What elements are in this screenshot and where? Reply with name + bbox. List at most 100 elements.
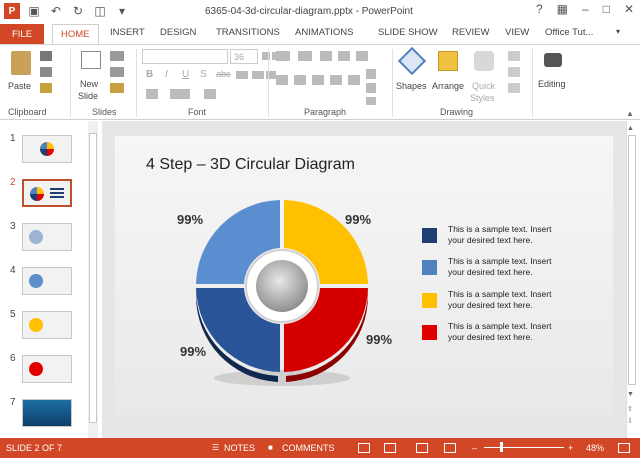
shadow-icon[interactable]: S	[200, 69, 207, 80]
zoom-out-icon[interactable]: –	[472, 443, 477, 453]
tab-review[interactable]: REVIEW	[452, 27, 489, 38]
increase-indent-icon[interactable]	[338, 51, 350, 61]
save-icon[interactable]: ▣	[26, 3, 42, 19]
numbering-icon[interactable]	[298, 51, 312, 61]
slide-thumbnail-3[interactable]	[22, 223, 72, 251]
status-bar: SLIDE 2 OF 7 ☰ NOTES ■ COMMENTS – + 48%	[0, 438, 640, 458]
legend-swatch-yellow	[422, 293, 437, 308]
bold-icon[interactable]: B	[146, 69, 153, 80]
font-size-input[interactable]: 36	[230, 49, 258, 64]
format-painter-icon[interactable]	[40, 83, 52, 93]
new-slide-button[interactable]: New Slide	[76, 49, 106, 101]
align-left-icon[interactable]	[276, 75, 288, 85]
reset-icon[interactable]	[110, 67, 124, 77]
align-text-icon[interactable]	[366, 83, 376, 93]
reading-view-icon[interactable]	[416, 443, 428, 453]
tab-view[interactable]: VIEW	[505, 27, 529, 38]
help-button[interactable]: ?	[536, 2, 543, 16]
canvas-scrollbar[interactable]: ▲ ▼ ⇧ ⇩	[626, 121, 636, 438]
tab-file[interactable]: FILE	[0, 24, 44, 44]
zoom-in-icon[interactable]: +	[568, 443, 573, 453]
customize-toolbar-icon[interactable]: ▾	[114, 3, 130, 19]
slide-thumbnail-5[interactable]	[22, 311, 72, 339]
ribbon-display-icon[interactable]: ▦	[557, 2, 568, 16]
legend-text-2[interactable]: This is a sample text. Insert your desir…	[448, 256, 568, 278]
slide-thumbnail-1[interactable]	[22, 135, 72, 163]
decrease-indent-icon[interactable]	[320, 51, 332, 61]
section-icon[interactable]	[110, 83, 124, 93]
zoom-level[interactable]: 48%	[586, 443, 604, 453]
slide-thumbnail-2[interactable]	[22, 179, 72, 207]
previous-slide-icon[interactable]: ⇧	[627, 405, 633, 413]
justify-icon[interactable]	[330, 75, 342, 85]
underline-icon[interactable]: U	[182, 69, 189, 80]
comments-button[interactable]: COMMENTS	[282, 443, 335, 453]
line-spacing-icon[interactable]	[356, 51, 368, 61]
copy-icon[interactable]	[40, 67, 52, 77]
slide-sorter-icon[interactable]	[384, 443, 396, 453]
slide-show-icon[interactable]	[444, 443, 456, 453]
paste-button[interactable]: Paste	[6, 49, 36, 101]
font-size-aa-icon[interactable]	[170, 89, 190, 99]
quick-styles-button[interactable]: Quick Styles	[470, 49, 500, 105]
shapes-button[interactable]: Shapes	[396, 46, 430, 101]
redo-icon[interactable]: ↻	[70, 3, 86, 19]
tab-slide-show[interactable]: SLIDE SHOW	[378, 27, 438, 38]
align-right-icon[interactable]	[312, 75, 324, 85]
italic-icon[interactable]: I	[165, 69, 168, 80]
powerpoint-logo-icon: P	[4, 3, 20, 19]
thumbnail-scrollbar[interactable]	[88, 121, 98, 438]
slide-thumbnail-6[interactable]	[22, 355, 72, 383]
percent-label-bottom-left[interactable]: 99%	[180, 344, 206, 359]
thumb-number-1: 1	[10, 133, 16, 144]
highlight-icon[interactable]	[204, 89, 216, 99]
layout-icon[interactable]	[110, 51, 124, 61]
close-button[interactable]: ✕	[624, 2, 634, 16]
slide-title[interactable]: 4 Step – 3D Circular Diagram	[146, 156, 355, 174]
text-direction-icon[interactable]	[366, 69, 376, 79]
collapse-ribbon-icon[interactable]: ▲	[626, 109, 634, 118]
strikethrough-icon[interactable]: abc	[216, 69, 231, 79]
user-account[interactable]: Office Tut...	[545, 27, 593, 38]
percent-label-top-left[interactable]: 99%	[177, 212, 203, 227]
slide-counter[interactable]: SLIDE 2 OF 7	[6, 443, 62, 453]
account-dropdown-icon[interactable]: ▾	[616, 27, 620, 36]
zoom-slider[interactable]	[484, 442, 564, 452]
notes-button[interactable]: NOTES	[224, 443, 255, 453]
bullets-icon[interactable]	[276, 51, 290, 61]
percent-label-bottom-right[interactable]: 99%	[366, 332, 392, 347]
shape-effects-icon[interactable]	[508, 83, 520, 93]
arrange-button[interactable]: Arrange	[432, 49, 466, 101]
slide-thumbnail-4[interactable]	[22, 267, 72, 295]
next-slide-icon[interactable]: ⇩	[627, 417, 633, 425]
maximize-button[interactable]: □	[603, 2, 610, 16]
fit-slide-icon[interactable]	[618, 443, 630, 453]
new-slide-label-line2: Slide	[78, 91, 99, 101]
legend-text-3[interactable]: This is a sample text. Insert your desir…	[448, 289, 568, 311]
editing-button[interactable]: Editing	[536, 49, 572, 101]
percent-label-top-right[interactable]: 99%	[345, 212, 371, 227]
tab-design[interactable]: DESIGN	[160, 27, 196, 38]
legend-text-1[interactable]: This is a sample text. Insert your desir…	[448, 224, 568, 246]
legend-text-4[interactable]: This is a sample text. Insert your desir…	[448, 321, 568, 343]
tab-insert[interactable]: INSERT	[110, 27, 145, 38]
font-color-icon[interactable]	[146, 89, 158, 99]
shape-outline-icon[interactable]	[508, 67, 520, 77]
shape-fill-icon[interactable]	[508, 51, 520, 61]
tab-animations[interactable]: ANIMATIONS	[295, 27, 353, 38]
zoom-slider-thumb[interactable]	[500, 442, 503, 452]
change-case-icon[interactable]	[252, 71, 264, 79]
slide-thumbnail-7[interactable]	[22, 399, 72, 427]
tab-home[interactable]: HOME	[52, 24, 99, 45]
start-from-beginning-icon[interactable]: ◫	[92, 3, 108, 19]
tab-transitions[interactable]: TRANSITIONS	[216, 27, 280, 38]
font-name-input[interactable]	[142, 49, 228, 64]
center-icon[interactable]	[294, 75, 306, 85]
normal-view-icon[interactable]	[358, 443, 370, 453]
undo-icon[interactable]: ↶	[48, 3, 64, 19]
minimize-button[interactable]: –	[582, 2, 589, 16]
smartart-icon[interactable]	[366, 97, 376, 105]
columns-icon[interactable]	[348, 75, 360, 85]
char-spacing-icon[interactable]	[236, 71, 248, 79]
cut-icon[interactable]	[40, 51, 52, 61]
